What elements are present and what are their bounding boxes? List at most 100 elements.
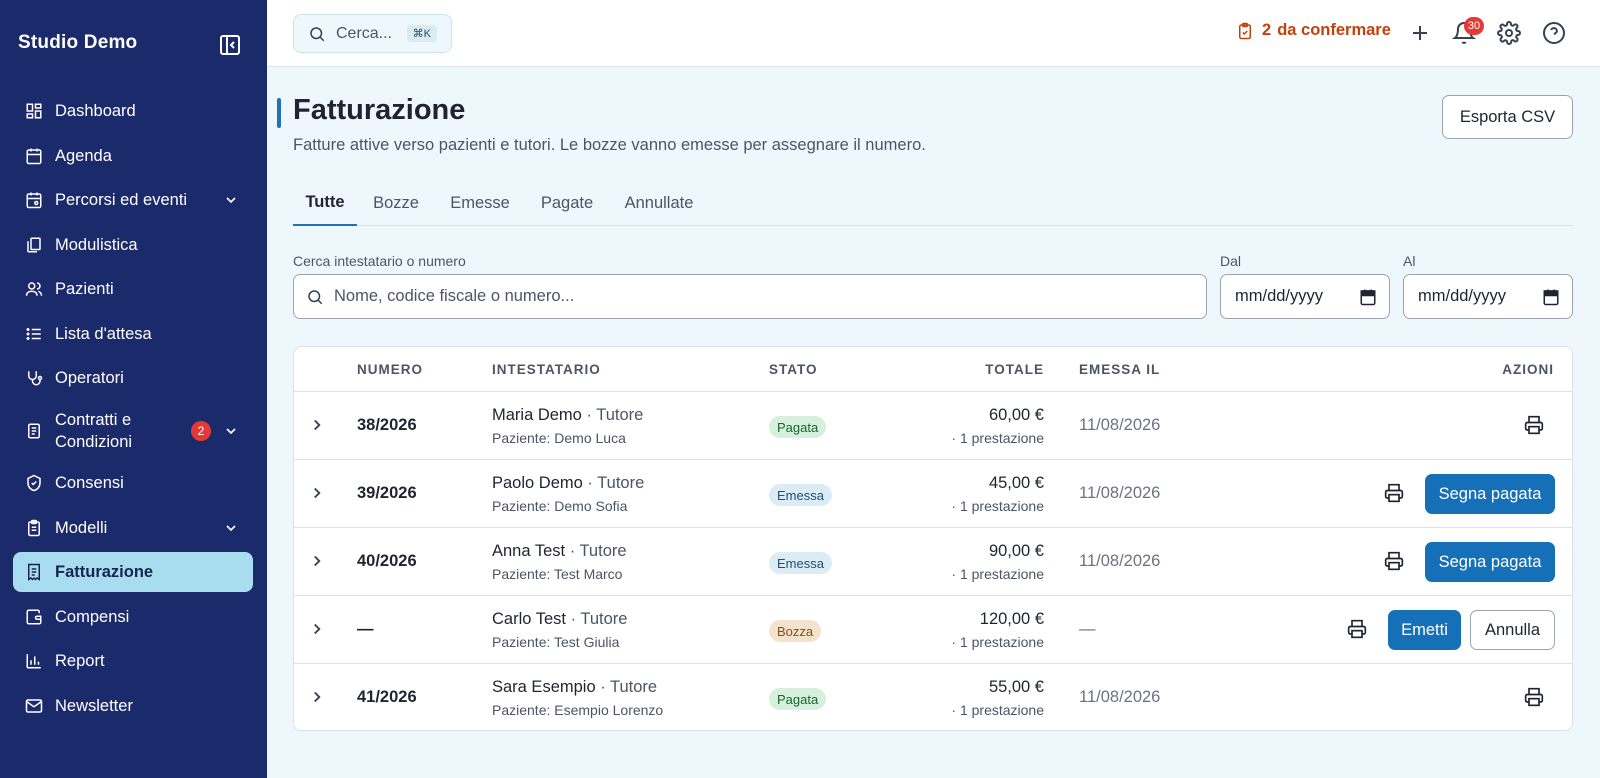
holder-role: · Tutore — [600, 678, 658, 696]
table-row[interactable]: — Carlo Test · Tutore Paziente: Test Giu… — [294, 596, 1572, 664]
tab-pagate[interactable]: Pagate — [539, 180, 595, 226]
calendar-icon[interactable] — [1542, 288, 1560, 306]
invoice-number: 39/2026 — [357, 484, 417, 502]
sidebar-item-percorsi[interactable]: Percorsi ed eventi — [13, 180, 253, 220]
sidebar-item-modelli[interactable]: Modelli — [13, 508, 253, 548]
clipboard-check-icon — [1239, 22, 1251, 39]
global-search-placeholder: Cerca... — [336, 24, 393, 42]
col-numero: NUMERO — [357, 362, 423, 377]
sidebar-item-operatori[interactable]: Operatori — [13, 358, 253, 398]
sidebar-item-dashboard[interactable]: Dashboard — [13, 91, 253, 131]
table-row[interactable]: 41/2026 Sara Esempio · Tutore Paziente: … — [294, 664, 1572, 730]
calendar-event-icon — [26, 192, 42, 209]
issue-button[interactable]: Emetti — [1388, 610, 1461, 650]
invoice-number: 40/2026 — [357, 552, 417, 570]
invoices-table: NUMERO INTESTATARIO STATO TOTALE EMESSA … — [293, 346, 1573, 731]
pending-count: 2 — [1262, 21, 1272, 39]
patient-name: Paziente: Demo Luca — [492, 430, 626, 446]
collapse-sidebar-icon[interactable] — [218, 33, 242, 57]
title-accent-bar — [277, 98, 281, 128]
date-to-input[interactable]: mm/dd/yyyy — [1403, 274, 1573, 319]
holder-name: Sara Esempio — [492, 678, 596, 696]
printer-icon[interactable] — [1524, 415, 1544, 435]
users-icon — [25, 282, 43, 296]
sidebar-item-contratti[interactable]: Contratti e Condizioni 2 — [13, 403, 253, 459]
chevron-down-icon — [226, 427, 236, 434]
pending-label: da confermare — [1277, 21, 1391, 39]
holder-name: Paolo Demo — [492, 474, 583, 492]
help-icon[interactable] — [1542, 21, 1566, 45]
add-icon[interactable] — [1408, 21, 1432, 45]
status-badge: Pagata — [769, 416, 827, 438]
global-search[interactable]: Cerca... ⌘K — [293, 14, 452, 53]
invoice-total: 60,00 € — [988, 406, 1044, 424]
tab-tutte[interactable]: Tutte — [293, 180, 357, 226]
mail-icon — [25, 698, 43, 713]
services-count: · 1 prestazione — [951, 702, 1044, 718]
invoice-total: 120,00 € — [979, 610, 1044, 628]
holder-name: Carlo Test — [492, 610, 566, 628]
printer-icon[interactable] — [1347, 619, 1367, 639]
cancel-button[interactable]: Annulla — [1470, 610, 1555, 650]
patient-name: Paziente: Esempio Lorenzo — [492, 702, 664, 718]
services-count: · 1 prestazione — [951, 634, 1044, 650]
table-header: NUMERO INTESTATARIO STATO TOTALE EMESSA … — [294, 347, 1572, 392]
sidebar-item-lista-attesa[interactable]: Lista d'attesa — [13, 314, 253, 354]
table-row[interactable]: 39/2026 Paolo Demo · Tutore Paziente: De… — [294, 460, 1572, 528]
chevron-right-icon[interactable] — [308, 416, 326, 434]
tab-annullate[interactable]: Annullate — [623, 180, 695, 226]
printer-icon[interactable] — [1524, 687, 1544, 707]
table-row[interactable]: 40/2026 Anna Test · Tutore Paziente: Tes… — [294, 528, 1572, 596]
mark-paid-button[interactable]: Segna pagata — [1425, 474, 1555, 514]
patient-name: Paziente: Test Marco — [492, 566, 623, 582]
chevron-right-icon[interactable] — [308, 688, 326, 706]
sidebar-item-label: Compensi — [55, 607, 130, 626]
chevron-right-icon[interactable] — [308, 552, 326, 570]
page-subtitle: Fatture attive verso pazienti e tutori. … — [293, 136, 926, 154]
tab-bozze[interactable]: Bozze — [373, 180, 419, 226]
sidebar-item-pazienti[interactable]: Pazienti — [13, 269, 253, 309]
sidebar-item-compensi[interactable]: Compensi — [13, 597, 253, 637]
sidebar-item-label: Agenda — [55, 146, 112, 165]
services-count: · 1 prestazione — [951, 430, 1044, 446]
services-count: · 1 prestazione — [951, 498, 1044, 514]
invoice-total: 55,00 € — [988, 678, 1044, 696]
sidebar-item-label: Percorsi ed eventi — [55, 191, 188, 209]
sidebar-item-modulistica[interactable]: Modulistica — [13, 225, 253, 265]
date-from-label: Dal — [1220, 253, 1242, 269]
calendar-icon[interactable] — [1359, 288, 1377, 306]
sidebar-item-agenda[interactable]: Agenda — [13, 136, 253, 176]
date-from-input[interactable]: mm/dd/yyyy — [1220, 274, 1390, 319]
services-count: · 1 prestazione — [951, 566, 1044, 582]
page-title: Fatturazione — [293, 94, 466, 126]
export-csv-button[interactable]: Esporta CSV — [1442, 95, 1573, 139]
mark-paid-button[interactable]: Segna pagata — [1425, 542, 1555, 582]
sidebar-item-report[interactable]: Report — [13, 641, 253, 681]
holder-name: Anna Test — [492, 542, 566, 560]
invoice-total: 90,00 € — [988, 542, 1044, 560]
gear-icon[interactable] — [1497, 21, 1521, 45]
holder-role: · Tutore — [569, 542, 627, 560]
app-name: Studio Demo — [18, 32, 138, 53]
chevron-right-icon[interactable] — [308, 620, 326, 638]
holder-name: Maria Demo — [492, 406, 582, 424]
sidebar-item-label: Pazienti — [55, 280, 114, 298]
wallet-icon — [26, 609, 42, 624]
sidebar-item-label: Modulistica — [55, 235, 138, 254]
date-to-label: Al — [1403, 253, 1416, 269]
invoice-search-input[interactable]: Nome, codice fiscale o numero... — [293, 274, 1207, 319]
printer-icon[interactable] — [1384, 483, 1404, 503]
sidebar-item-newsletter[interactable]: Newsletter — [13, 686, 253, 726]
table-row[interactable]: 38/2026 Maria Demo · Tutore Paziente: De… — [294, 392, 1572, 460]
printer-icon[interactable] — [1384, 551, 1404, 571]
pending-confirmations[interactable]: 2 da confermare — [1236, 21, 1391, 40]
invoice-search-placeholder: Nome, codice fiscale o numero... — [334, 287, 575, 305]
holder-cell: Carlo Test · Tutore — [492, 610, 627, 629]
invoice-total: 45,00 € — [988, 474, 1044, 492]
tab-emesse[interactable]: Emesse — [450, 180, 510, 226]
sidebar: Studio Demo Dashboard Agenda Percorsi ed… — [0, 0, 267, 778]
chevron-right-icon[interactable] — [308, 484, 326, 502]
sidebar-item-label: Dashboard — [55, 102, 136, 120]
sidebar-item-consensi[interactable]: Consensi — [13, 463, 253, 503]
sidebar-item-fatturazione[interactable]: Fatturazione — [13, 552, 253, 592]
